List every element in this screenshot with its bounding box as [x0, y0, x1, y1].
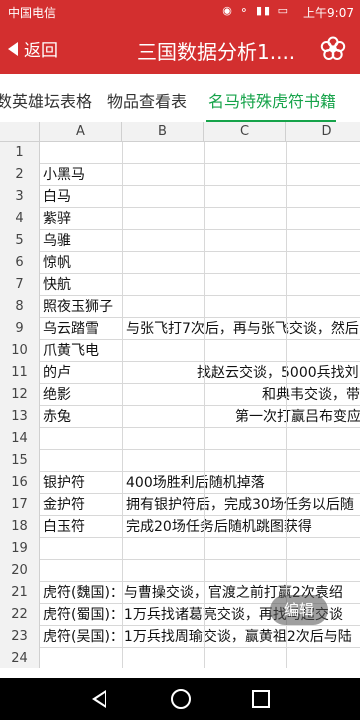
nav-back-icon-inner — [96, 693, 105, 705]
cell-a[interactable]: 惊帆 — [43, 252, 71, 274]
table-row[interactable]: 4 紫骍 — [0, 208, 360, 230]
cell-a[interactable]: 乌云踏雪 — [43, 318, 99, 340]
cell-b[interactable]: 和典韦交谈，带 — [262, 384, 360, 406]
row-number[interactable]: 1 — [0, 142, 40, 164]
back-label: 返回 — [24, 41, 58, 61]
cell-a[interactable]: 快航 — [43, 274, 71, 296]
cell-b[interactable]: 400场胜利后随机掉落 — [126, 472, 265, 494]
column-gridline — [204, 142, 205, 668]
row-number[interactable]: 5 — [0, 230, 40, 252]
row-number[interactable]: 4 — [0, 208, 40, 230]
tab-items[interactable]: 物品查看表 — [107, 88, 187, 112]
column-header-b[interactable]: B — [122, 122, 204, 142]
column-header-c[interactable]: C — [204, 122, 286, 142]
document-title: 三国数据分析1.... — [137, 40, 296, 64]
row-number[interactable]: 20 — [0, 560, 40, 582]
cell-a[interactable]: 银护符 — [43, 472, 85, 494]
nav-recent-apps-icon[interactable] — [252, 690, 270, 708]
row-number[interactable]: 9 — [0, 318, 40, 340]
table-row[interactable]: 24 — [0, 648, 360, 668]
cell-a[interactable]: 乌骓 — [43, 230, 71, 252]
row-number[interactable]: 21 — [0, 582, 40, 604]
column-gridline — [286, 142, 287, 668]
column-gridline — [122, 142, 123, 668]
row-number[interactable]: 3 — [0, 186, 40, 208]
table-row[interactable]: 17 金护符 拥有银护符后，完成30场任务以后随 — [0, 494, 360, 516]
table-row[interactable]: 7 快航 — [0, 274, 360, 296]
row-number[interactable]: 16 — [0, 472, 40, 494]
spreadsheet-grid[interactable]: A B C D 1 2 小黑马 3 白马 4 紫骍 5 乌骓 6 惊帆 7 快航 8 照夜玉狮子 9 乌云踏雪与… — [0, 122, 360, 668]
row-number[interactable]: 11 — [0, 362, 40, 384]
table-row[interactable]: 19 — [0, 538, 360, 560]
table-row[interactable]: 18 白玉符 完成20场任务后随机跳图获得 — [0, 516, 360, 538]
row-number[interactable]: 6 — [0, 252, 40, 274]
nav-home-icon[interactable] — [171, 689, 191, 709]
row-number[interactable]: 2 — [0, 164, 40, 186]
row-number[interactable]: 18 — [0, 516, 40, 538]
app-bar: 返回 三国数据分析1.... — [0, 24, 360, 74]
table-row[interactable]: 11 的卢 找赵云交谈，5000兵找刘 — [0, 362, 360, 384]
table-row[interactable]: 5 乌骓 — [0, 230, 360, 252]
table-row[interactable]: 20 — [0, 560, 360, 582]
cell-a[interactable]: 爪黄飞电 — [43, 340, 99, 362]
row-number[interactable]: 17 — [0, 494, 40, 516]
table-row[interactable]: 15 — [0, 450, 360, 472]
cell-b[interactable]: 第一次打赢吕布变应 — [235, 406, 360, 428]
row-number[interactable]: 10 — [0, 340, 40, 362]
cell-a[interactable]: 金护符 — [43, 494, 85, 516]
clock: 上午9:07 — [303, 6, 354, 20]
corner-cell[interactable] — [0, 122, 40, 142]
cell-a[interactable]: 赤兔 — [43, 406, 71, 428]
row-number[interactable]: 7 — [0, 274, 40, 296]
table-row[interactable]: 9 乌云踏雪 与张飞打7次后，再与张飞交谈，然后 — [0, 318, 360, 340]
cell-a[interactable]: 的卢 — [43, 362, 71, 384]
table-row[interactable]: 14 — [0, 428, 360, 450]
table-row[interactable]: 3 白马 — [0, 186, 360, 208]
cell-a[interactable]: 小黑马 — [43, 164, 85, 186]
cell-a[interactable]: 照夜玉狮子 — [43, 296, 113, 318]
back-button[interactable]: 返回 — [8, 36, 58, 61]
table-row[interactable]: 1 — [0, 142, 360, 164]
table-row[interactable]: 8 照夜玉狮子 — [0, 296, 360, 318]
row-number[interactable]: 24 — [0, 648, 40, 668]
cell-a[interactable]: 白马 — [43, 186, 71, 208]
column-header-d[interactable]: D — [286, 122, 360, 142]
edit-button[interactable]: 编辑 — [270, 595, 328, 625]
row-number[interactable]: 19 — [0, 538, 40, 560]
sheet-tabs: 数英雄坛表格 物品查看表 名马特殊虎符书籍 — [0, 74, 360, 123]
table-row[interactable]: 2 小黑马 — [0, 164, 360, 186]
column-header-a[interactable]: A — [40, 122, 122, 142]
system-nav-bar — [0, 678, 360, 720]
flower-menu-icon[interactable] — [320, 36, 346, 62]
table-row[interactable]: 10 爪黄飞电 — [0, 340, 360, 362]
cell-a[interactable]: 白玉符 — [43, 516, 85, 538]
table-row[interactable]: 6 惊帆 — [0, 252, 360, 274]
tab-horses-tallies-books[interactable]: 名马特殊虎符书籍 — [208, 88, 336, 112]
row-number[interactable]: 8 — [0, 296, 40, 318]
row-number[interactable]: 22 — [0, 604, 40, 626]
cell-b[interactable]: 与张飞打7次后，再与张飞交谈，然后 — [126, 318, 359, 340]
row-number[interactable]: 12 — [0, 384, 40, 406]
cell-a[interactable]: 紫骍 — [43, 208, 71, 230]
cell-a[interactable]: 绝影 — [43, 384, 71, 406]
row-number[interactable]: 13 — [0, 406, 40, 428]
cell-b[interactable]: 找赵云交谈，5000兵找刘 — [197, 362, 359, 384]
back-arrow-icon — [8, 41, 18, 56]
table-row[interactable]: 23 虎符(吴国)：1万兵找周瑜交谈，赢黄祖2次后与陆 — [0, 626, 360, 648]
table-row[interactable]: 16 银护符 400场胜利后随机掉落 — [0, 472, 360, 494]
table-row[interactable]: 12 绝影 和典韦交谈，带 — [0, 384, 360, 406]
carrier-label: 中国电信 — [8, 6, 57, 20]
cell-b[interactable]: 完成20场任务后随机跳图获得 — [126, 516, 312, 538]
row-number[interactable]: 23 — [0, 626, 40, 648]
cell-b[interactable]: 拥有银护符后，完成30场任务以后随 — [126, 494, 354, 516]
cell-a[interactable]: 虎符(吴国)：1万兵找周瑜交谈，赢黄祖2次后与陆 — [43, 626, 352, 648]
status-icons: ◉ ⚬ ▮▮ ▭ — [222, 4, 290, 17]
table-row[interactable]: 13 赤兔 第一次打赢吕布变应 — [0, 406, 360, 428]
row-number[interactable]: 14 — [0, 428, 40, 450]
status-bar: 中国电信 ◉ ⚬ ▮▮ ▭ 上午9:07 — [0, 0, 360, 24]
row-number[interactable]: 15 — [0, 450, 40, 472]
tab-hero-table[interactable]: 数英雄坛表格 — [0, 88, 92, 112]
